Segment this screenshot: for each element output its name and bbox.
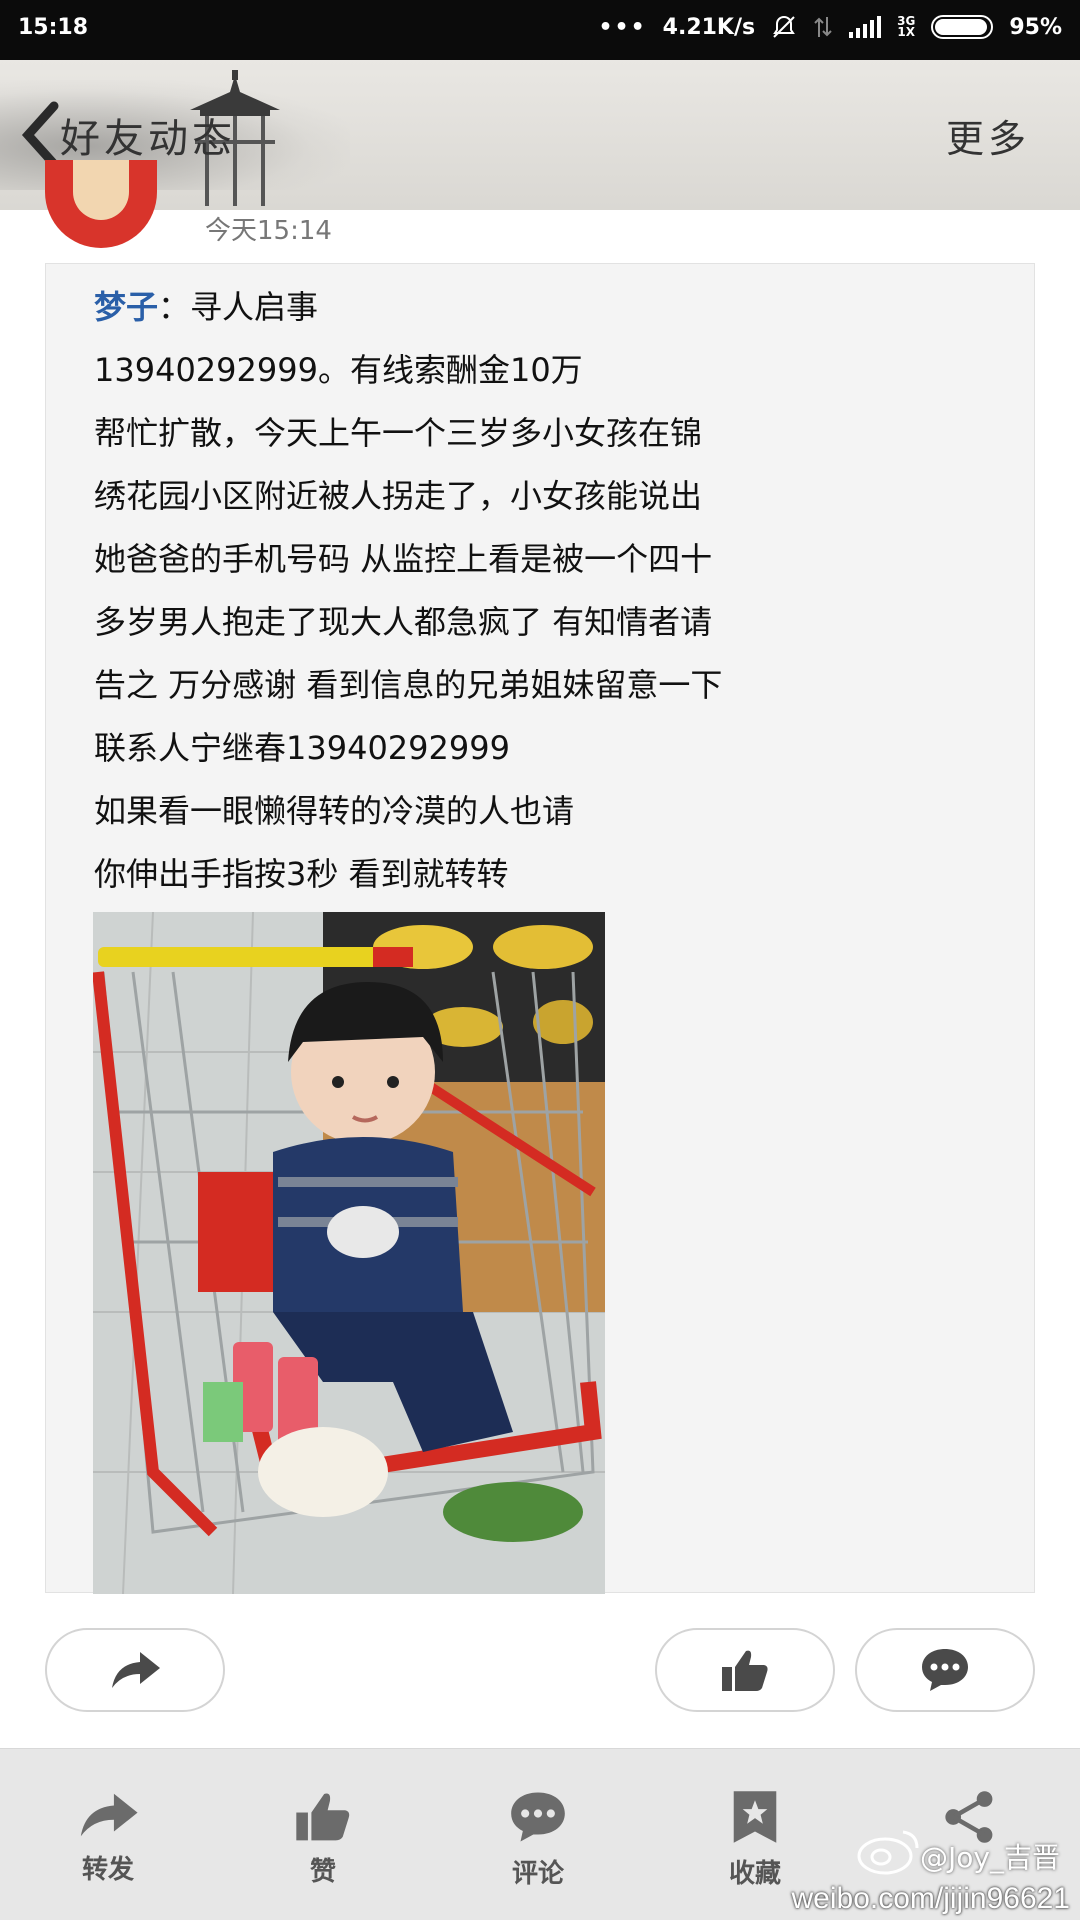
post-line: 如果看一眼懒得转的冷漠的人也请 (94, 792, 575, 830)
status-bar: 15:18 ••• 4.21K/s 3G 1X 95% (0, 0, 1080, 60)
network-speed: 4.21K/s (662, 14, 756, 40)
status-indicators: ••• 4.21K/s 3G 1X 95% (598, 14, 1062, 40)
post-line: 13940292999。有线索酬金10万 (94, 351, 583, 389)
toolbar-forward[interactable]: 转发 (48, 1789, 168, 1886)
toolbar-comment[interactable]: 评论 (478, 1789, 598, 1890)
post-line: 联系人宁继春13940292999 (94, 729, 510, 767)
toolbar-forward-label: 转发 (81, 1855, 134, 1885)
status-time: 15:18 (18, 15, 89, 40)
page-title: 好友动态 (60, 116, 236, 162)
post-line-text: 寻人启事 (190, 288, 319, 326)
toolbar-comment-label: 评论 (511, 1859, 564, 1889)
post-line: 她爸爸的手机号码 从监控上看是被一个四十 (94, 540, 713, 578)
forward-icon (80, 1793, 138, 1837)
forward-icon (112, 1652, 160, 1688)
battery-percent: 95% (1009, 14, 1062, 40)
toolbar-bookmark-label: 收藏 (728, 1859, 781, 1889)
like-button[interactable] (655, 1628, 835, 1712)
watermark-user: @Joy_吉晋 (920, 1841, 1060, 1874)
comment-button[interactable] (855, 1628, 1035, 1712)
post-content: 梦子：寻人启事 13940292999。有线索酬金10万 帮忙扩散，今天上午一个… (94, 276, 994, 906)
network-type: 3G 1X (897, 15, 916, 39)
notification-dots: ••• (598, 14, 647, 40)
more-button[interactable]: 更多 (946, 108, 1030, 163)
thumbs-up-icon (296, 1793, 350, 1841)
watermark-url: weibo.com/jijin96621 (791, 1882, 1071, 1915)
mute-bell-icon (773, 15, 795, 38)
battery-icon (931, 15, 994, 39)
author-separator: ： (158, 288, 191, 326)
post-line: 绣花园小区附近被人拐走了，小女孩能说出 (94, 477, 703, 515)
avatar[interactable] (45, 160, 157, 248)
signal-strength-icon (849, 16, 882, 38)
toolbar-like[interactable]: 赞 (263, 1789, 383, 1888)
post-photo[interactable] (93, 912, 605, 1594)
toolbar-like-label: 赞 (309, 1857, 336, 1887)
network-type-bottom: 1X (897, 25, 916, 39)
post-card: 梦子：寻人启事 13940292999。有线索酬金10万 帮忙扩散，今天上午一个… (45, 263, 1035, 1594)
post-line: 帮忙扩散，今天上午一个三岁多小女孩在锦 (94, 414, 703, 452)
comment-icon (511, 1792, 565, 1842)
post-line: 你伸出手指按3秒 看到就转转 (94, 855, 509, 893)
post-line: 多岁男人抱走了现大人都急疯了 有知情者请 (94, 603, 713, 641)
author-name[interactable]: 梦子 (94, 288, 158, 326)
weibo-logo-icon (857, 1830, 919, 1875)
post-line-title: 梦子：寻人启事 (94, 276, 994, 339)
repost-button[interactable] (45, 1628, 225, 1712)
bookmark-icon (733, 1791, 777, 1843)
comment-icon (922, 1649, 968, 1691)
post-line: 告之 万分感谢 看到信息的兄弟姐妹留意一下 (94, 666, 723, 704)
thumbs-up-icon (722, 1650, 768, 1691)
data-transfer-icon (814, 17, 832, 37)
app-header: 好友动态 更多 (0, 60, 1080, 210)
battery-fill (935, 19, 987, 35)
post-timestamp: 今天15:14 (205, 216, 332, 246)
toolbar-bookmark[interactable]: 收藏 (695, 1789, 815, 1890)
